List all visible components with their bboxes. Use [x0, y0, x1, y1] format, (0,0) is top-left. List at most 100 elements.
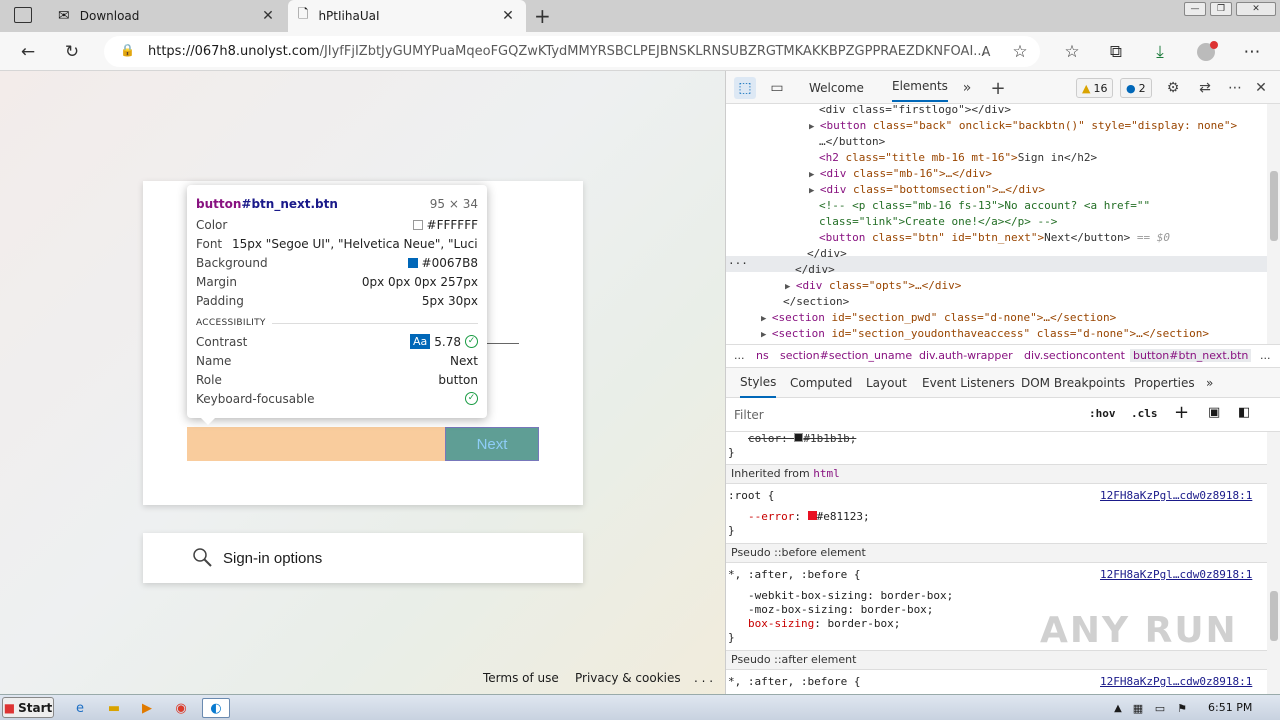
device-emulation-icon[interactable]: ▭ — [766, 77, 788, 99]
issues-badge[interactable]: ● 2 — [1120, 78, 1152, 98]
color-format-icon[interactable]: ▣ — [1208, 405, 1220, 420]
ie-icon[interactable]: e — [70, 698, 90, 718]
tab-styles[interactable]: Styles — [740, 368, 777, 398]
contrast-sample: Aa — [410, 334, 431, 349]
dom-node-line[interactable]: ▶ <section id="section_pwd" class="d-non… — [761, 310, 1116, 326]
breadcrumb-item[interactable]: div.sectioncontent — [1024, 349, 1125, 362]
close-tab-icon[interactable]: ✕ — [500, 8, 516, 24]
breadcrumb: ... ns section#section_uname div.auth-wr… — [726, 344, 1280, 368]
tab-actions-icon[interactable] — [14, 7, 32, 23]
styles-scrollbar[interactable] — [1267, 432, 1280, 694]
tab-layout[interactable]: Layout — [866, 368, 907, 398]
start-button[interactable]: ■ Start — [2, 697, 54, 718]
tab-computed[interactable]: Computed — [790, 368, 852, 398]
dom-node-line[interactable]: …</button> — [819, 134, 885, 150]
media-player-icon[interactable]: ▶ — [137, 698, 157, 718]
settings-gear-icon[interactable]: ⚙ — [1162, 77, 1184, 99]
devtools-toolbar: ⬚ ▭ Welcome Elements » + ▲ 16 ● 2 ⚙ ⇄ ⋯ ✕ — [726, 71, 1280, 104]
downloads-icon[interactable]: ⤓ — [1146, 38, 1174, 66]
minimize-icon[interactable]: — — [1184, 2, 1206, 16]
dom-node-line[interactable]: <div class="firstlogo"></div> — [819, 104, 1011, 118]
privacy-link[interactable]: Privacy & cookies — [575, 671, 681, 685]
add-tab-icon[interactable]: + — [987, 77, 1009, 99]
dom-node-line[interactable]: ▶ <button class="back" onclick="backbtn(… — [809, 118, 1237, 134]
tab-properties[interactable]: Properties — [1134, 368, 1195, 398]
new-rule-icon[interactable]: + — [1174, 402, 1189, 423]
edge-icon[interactable]: ◐ — [202, 698, 230, 718]
inspect-element-icon[interactable]: ⬚ — [734, 77, 756, 99]
next-button[interactable]: Next — [445, 427, 539, 461]
font-label: Font — [196, 236, 223, 251]
warnings-badge[interactable]: ▲ 16 — [1076, 78, 1114, 98]
style-source-link[interactable]: 12FH8aKzPgl…cdw0z8918:1 — [726, 489, 1267, 503]
collections-icon[interactable]: ⧉ — [1102, 38, 1130, 66]
close-tab-icon[interactable]: ✕ — [260, 8, 276, 24]
footer-more-icon[interactable]: . . . — [694, 671, 713, 685]
dom-node-line[interactable]: ▶ <section id="section_youdonthaveaccess… — [761, 326, 1209, 342]
style-source-link[interactable]: 12FH8aKzPgl…cdw0z8918:1 — [726, 568, 1267, 582]
refresh-icon[interactable]: ↻ — [58, 38, 86, 66]
dom-node-line[interactable]: ▶ <div class="mb-16">…</div> — [809, 166, 992, 182]
dom-node-line[interactable]: <button class="btn" id="btn_next">Next</… — [819, 230, 1170, 246]
tab-download[interactable]: ✉ Download ✕ — [48, 0, 286, 32]
selection-ellipsis[interactable]: ··· — [728, 256, 748, 272]
new-tab-button[interactable]: + — [534, 4, 551, 28]
role-value: button — [438, 372, 478, 387]
restore-icon[interactable]: ❐ — [1210, 2, 1232, 16]
breadcrumb-item[interactable]: ns — [756, 349, 769, 362]
tab-dom-breakpoints[interactable]: DOM Breakpoints — [1021, 368, 1125, 398]
network-icon[interactable]: ▦ — [1128, 698, 1148, 718]
more-menu-icon[interactable]: ⋯ — [1238, 38, 1266, 66]
more-tabs-icon[interactable]: » — [956, 77, 978, 99]
breadcrumb-more[interactable]: ... — [734, 349, 745, 362]
signin-options-card[interactable]: Sign-in options — [143, 533, 583, 583]
cls-toggle[interactable]: .cls — [1131, 407, 1158, 420]
pseudo-before-header: Pseudo ::before element — [726, 543, 1267, 563]
dom-node-line[interactable]: <h2 class="title mb-16 mt-16">Sign in</h… — [819, 150, 1097, 166]
dom-node-line[interactable]: ▶ <div class="bottomsection">…</div> — [809, 182, 1045, 198]
styles-filter-input[interactable]: Filter — [730, 404, 1076, 426]
more-subtabs-icon[interactable]: » — [1206, 368, 1213, 398]
dom-node-line[interactable]: ▶ <div class="opts">…</div> — [785, 278, 961, 294]
breadcrumb-item[interactable]: div.auth-wrapper — [919, 349, 1013, 362]
dom-node-line[interactable]: class="link">Create one!</a></p> --> — [819, 214, 1057, 230]
inherited-from-html[interactable]: html — [813, 467, 840, 480]
dom-scroll-thumb[interactable] — [1270, 171, 1278, 241]
connect-icon[interactable]: ⇄ — [1194, 77, 1216, 99]
flag-icon[interactable]: ⚑ — [1172, 698, 1192, 718]
terms-link[interactable]: Terms of use — [483, 671, 559, 685]
background-label: Background — [196, 255, 268, 270]
address-bar[interactable]: 🔒 https://067h8.unolyst.com/JIyfFjIZbtJy… — [104, 36, 1040, 67]
favorites-icon[interactable]: ☆ — [1058, 38, 1086, 66]
breadcrumb-item[interactable]: section#section_uname — [780, 349, 912, 362]
margin-highlight — [187, 427, 445, 461]
style-line: --error: #e81123; — [748, 510, 870, 523]
toggle-sidebar-icon[interactable]: ◧ — [1238, 405, 1250, 420]
dom-node-line[interactable]: </section> — [783, 294, 849, 310]
read-aloud-icon[interactable]: A — [972, 38, 1000, 66]
devtools-panel: ⬚ ▭ Welcome Elements » + ▲ 16 ● 2 ⚙ ⇄ ⋯ ✕ … — [725, 71, 1280, 694]
tray-expand-icon[interactable]: ▲ — [1108, 698, 1128, 718]
tab-active[interactable]: 🗋 hPtIihaUaI ✕ — [288, 0, 526, 32]
chrome-icon[interactable]: ◉ — [171, 698, 191, 718]
styles-scroll-thumb[interactable] — [1270, 591, 1278, 641]
breadcrumb-item-active[interactable]: button#btn_next.btn — [1130, 349, 1252, 362]
tab-welcome[interactable]: Welcome — [809, 71, 864, 104]
dom-node-line[interactable]: </div> — [795, 262, 835, 278]
hov-toggle[interactable]: :hov — [1089, 407, 1116, 420]
dom-node-line[interactable]: <!-- <p class="mb-16 fs-13">No account? … — [819, 198, 1150, 214]
add-favorite-icon[interactable]: ☆ — [1006, 38, 1034, 66]
style-source-link[interactable]: 12FH8aKzPgl…cdw0z8918:1 — [726, 675, 1267, 689]
profile-avatar[interactable] — [1192, 38, 1220, 66]
close-window-icon[interactable]: ✕ — [1236, 2, 1276, 16]
dom-node-line[interactable]: </div> — [807, 246, 847, 262]
back-arrow-icon[interactable]: ← — [14, 38, 42, 66]
tab-event-listeners[interactable]: Event Listeners — [922, 368, 1015, 398]
more-options-icon[interactable]: ⋯ — [1224, 77, 1246, 99]
explorer-folder-icon[interactable]: ▬ — [104, 698, 124, 718]
accessibility-heading: ACCESSIBILITY — [196, 318, 478, 328]
breadcrumb-more[interactable]: ... — [1260, 349, 1271, 362]
close-devtools-icon[interactable]: ✕ — [1250, 77, 1272, 99]
color-label: Color — [196, 217, 228, 232]
tab-elements[interactable]: Elements — [892, 71, 948, 102]
